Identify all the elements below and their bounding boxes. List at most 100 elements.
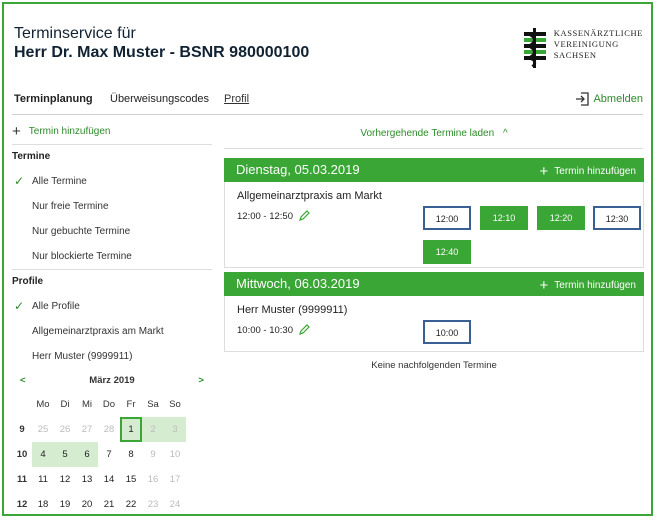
tab-terminplanung[interactable]: Terminplanung [14,93,93,105]
calendar-week-row: 10 4 5 6 7 8 9 10 [12,442,212,467]
logo-line-3: Sachsen [553,50,597,60]
week-header-spacer [12,392,32,417]
tab-ueberweisungscodes[interactable]: Überweisungscodes [110,93,209,105]
profile-herr-muster[interactable]: Herr Muster (9999911) [12,344,212,369]
time-slot-booked[interactable]: 12:10 [480,206,528,230]
filter-heading-termine: Termine [12,151,51,162]
profile-label: Herr Muster (9999911) [32,351,133,362]
day-body: Herr Muster (9999911) 10:00 - 10:30 10:0… [224,296,644,352]
filter-alle-termine[interactable]: ✓ Alle Termine [12,169,212,194]
weekday-label: Mo [36,399,50,410]
day-add-appointment-button[interactable]: + Termin hinzufügen [540,163,636,180]
profile-allgemeinarztpraxis[interactable]: Allgemeinarztpraxis am Markt [12,319,212,344]
time-slot-free[interactable]: 12:00 [423,206,471,230]
filter-heading-profile: Profile [12,276,44,287]
app-frame: Terminservice für Herr Dr. Max Muster - … [2,2,653,516]
edit-pencil-icon[interactable] [298,210,310,222]
time-slot-free[interactable]: 10:00 [423,320,471,344]
day-header: Mittwoch, 06.03.2019 + Termin hinzufügen [224,272,644,296]
calendar-day[interactable]: 20 [76,492,98,514]
load-previous-button[interactable]: Vorhergehende Termine laden ^ [224,128,644,139]
calendar-day[interactable]: 13 [76,467,98,492]
calendar-day[interactable]: 27 [76,417,98,442]
day-header: Dienstag, 05.03.2019 + Termin hinzufügen [224,158,644,182]
calendar-prev-button[interactable]: < [12,370,26,392]
calendar-day[interactable]: 10 [164,442,186,467]
logo-line-2: Vereinigung [553,39,619,49]
time-slot-free[interactable]: 12:30 [593,206,641,230]
logout-label: Abmelden [593,93,643,105]
calendar-day[interactable]: 26 [54,417,76,442]
day-add-label: Termin hinzufügen [554,166,636,177]
weekday-label: Do [102,399,116,410]
logout-button[interactable]: Abmelden [575,92,643,106]
day-date: Mittwoch, 06.03.2019 [236,276,360,291]
time-range-label: 10:00 - 10:30 [237,324,293,336]
week-number: 9 [19,424,25,435]
page-title-line1: Terminservice für [14,25,136,42]
calendar-month: März 2019 [89,375,135,386]
calendar-day[interactable]: 2 [142,417,164,442]
calendar-week-row: 11 11 12 13 14 15 16 17 [12,467,212,492]
calendar-day[interactable]: 3 [164,417,186,442]
calendar-week-row: 9 25 26 27 28 1 2 3 [12,417,212,442]
sidebar: + Termin hinzufügen Termine ✓ Alle Termi… [12,120,212,369]
calendar-day[interactable]: 18 [32,492,54,514]
weekday-label: Fr [126,399,136,410]
filter-nur-blockierte[interactable]: Nur blockierte Termine [12,244,212,269]
calendar-day[interactable]: 23 [142,492,164,514]
calendar-day[interactable]: 15 [120,467,142,492]
profile-label: Alle Profile [32,301,80,312]
calendar-day[interactable]: 19 [54,492,76,514]
filter-label: Nur freie Termine [32,201,109,212]
plus-icon: + [539,163,549,180]
plus-icon: + [539,277,549,294]
calendar-weekday-row: Mo Di Mi Do Fr Sa So [12,392,212,417]
chevron-up-icon: ^ [502,128,508,139]
mini-calendar: < März 2019 > Mo Di Mi Do Fr Sa So 9 25 … [12,370,212,514]
weekday-label: So [169,399,181,410]
weekday-label: Mi [81,399,93,410]
calendar-day[interactable]: 28 [98,417,120,442]
time-slot-booked[interactable]: 12:20 [537,206,585,230]
page-header: Terminservice für Herr Dr. Max Muster - … [14,24,309,63]
calendar-day[interactable]: 21 [98,492,120,514]
calendar-day[interactable]: 9 [142,442,164,467]
calendar-day[interactable]: 25 [32,417,54,442]
calendar-day[interactable]: 4 [32,442,54,467]
week-number: 12 [16,499,28,510]
calendar-day[interactable]: 6 [76,442,98,467]
calendar-day-today[interactable]: 1 [120,417,142,442]
time-range-label: 12:00 - 12:50 [237,210,293,222]
calendar-day[interactable]: 24 [164,492,186,514]
tab-profil[interactable]: Profil [224,93,249,105]
calendar-day[interactable]: 12 [54,467,76,492]
logo-text: Kassenärztliche Vereinigung Sachsen [554,28,643,61]
logout-icon [576,92,590,106]
practice-name: Herr Muster (9999911) [237,304,348,316]
weekday-label: Di [60,399,70,410]
time-slot-booked[interactable]: 12:40 [423,240,471,264]
load-previous-label: Vorhergehende Termine laden [360,128,495,139]
page-title-line2: Herr Dr. Max Muster - BSNR 980000100 [14,44,310,61]
day-date: Dienstag, 05.03.2019 [236,162,360,177]
calendar-next-button[interactable]: > [198,370,212,392]
calendar-day[interactable]: 7 [98,442,120,467]
calendar-day[interactable]: 11 [32,467,54,492]
profile-alle[interactable]: ✓ Alle Profile [12,294,212,319]
calendar-day[interactable]: 8 [120,442,142,467]
sidebar-add-appointment-button[interactable]: + Termin hinzufügen [12,120,212,144]
calendar-day[interactable]: 14 [98,467,120,492]
calendar-day[interactable]: 17 [164,467,186,492]
calendar-day[interactable]: 5 [54,442,76,467]
filter-nur-freie[interactable]: Nur freie Termine [12,194,212,219]
calendar-day[interactable]: 22 [120,492,142,514]
day-body: Allgemeinarztpraxis am Markt 12:00 - 12:… [224,182,644,268]
check-icon: ✓ [14,174,25,188]
day-add-appointment-button[interactable]: + Termin hinzufügen [540,277,636,294]
weekday-label: Sa [147,399,159,410]
calendar-day[interactable]: 16 [142,467,164,492]
logo-line-1: Kassenärztliche [553,28,643,38]
filter-nur-gebuchte[interactable]: Nur gebuchte Termine [12,219,212,244]
edit-pencil-icon[interactable] [298,324,310,336]
